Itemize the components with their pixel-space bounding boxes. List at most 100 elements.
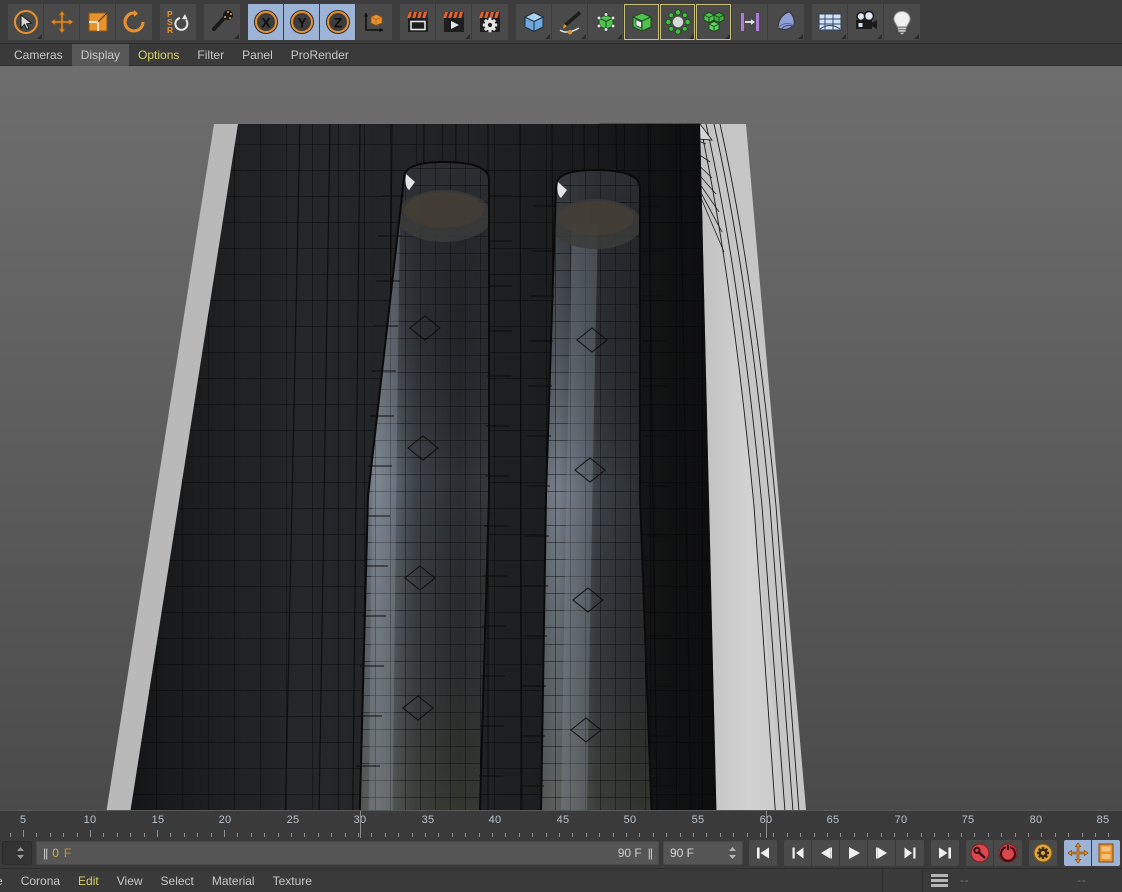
record-active-objects-button[interactable] — [966, 840, 994, 866]
end-frame-inline-label: 90 F — [617, 846, 642, 860]
timeline-ruler[interactable]: 510152025303540455055606570758085 — [0, 810, 1122, 838]
render-to-picture-viewer-button[interactable] — [436, 3, 472, 40]
go-to-next-key-button[interactable] — [896, 840, 924, 866]
ruler-label: 80 — [1029, 814, 1043, 826]
toolbar-group-tools — [204, 3, 240, 40]
scale-keyframe-button[interactable] — [1092, 840, 1120, 866]
viewport-menu-prorender[interactable]: ProRender — [282, 44, 358, 66]
animation-settings-button[interactable] — [1029, 840, 1057, 866]
rotate-tool-button[interactable] — [116, 3, 152, 40]
coordinates-status-panel: -- -- — [922, 869, 1122, 892]
render-view-button[interactable] — [400, 3, 436, 40]
svg-text:X: X — [261, 14, 271, 30]
flyout-corner-icon — [465, 33, 470, 39]
flyout-corner-icon — [877, 33, 882, 39]
ruler-label: 50 — [623, 814, 637, 826]
position-keyframe-button[interactable] — [1064, 840, 1092, 866]
status-right-value: -- — [1077, 874, 1087, 887]
go-to-previous-frame-button[interactable] — [812, 840, 840, 866]
generators-button[interactable] — [588, 3, 624, 40]
current-frame-field[interactable]: || 0 F 90 F || — [36, 841, 659, 865]
go-to-start-button[interactable] — [749, 840, 777, 866]
ruler-label: 65 — [826, 814, 840, 826]
preview-range-value: 90 F — [670, 846, 695, 860]
toolbar-group-psr: P S R — [160, 3, 196, 40]
record-key-icon — [969, 843, 990, 863]
flyout-corner-icon — [617, 33, 622, 39]
animation-transport-bar: || 0 F 90 F || 90 F — [0, 838, 1122, 868]
lock-z-axis-button[interactable]: Z — [320, 3, 356, 40]
preview-range-stepper-icon — [729, 847, 736, 859]
deformers-button[interactable] — [660, 3, 696, 40]
world-coordinates-button[interactable] — [356, 3, 392, 40]
transport-group-end — [931, 840, 959, 866]
skip-to-start-icon — [757, 847, 769, 859]
mograph-button[interactable] — [696, 3, 732, 40]
stepper-arrows-icon — [17, 847, 24, 859]
status-bar-right: -- -- — [882, 869, 1122, 892]
bottom-menu-corona[interactable]: Corona — [12, 871, 69, 891]
go-to-end-button[interactable] — [931, 840, 959, 866]
ruler-label: 45 — [556, 814, 570, 826]
hamburger-icon[interactable] — [931, 874, 948, 887]
camera-button[interactable] — [848, 3, 884, 40]
flyout-corner-icon — [798, 33, 803, 39]
ruler-label: 5 — [19, 814, 27, 826]
go-to-previous-key-button[interactable] — [784, 840, 812, 866]
viewport-menu-cameras[interactable]: Cameras — [5, 44, 72, 66]
bottom-menu-texture[interactable]: Texture — [264, 871, 321, 891]
flyout-corner-icon — [545, 33, 550, 39]
svg-text:Y: Y — [297, 14, 307, 30]
viewport-menu-panel[interactable]: Panel — [233, 44, 282, 66]
magic-wand-button[interactable] — [204, 3, 240, 40]
transport-group-settings — [1029, 840, 1057, 866]
main-toolbar: P S R X Y Z — [0, 0, 1122, 44]
preview-range-field[interactable]: 90 F — [663, 841, 743, 865]
toolbar-group-axis-locks: X Y Z — [248, 3, 392, 40]
frame-stepper[interactable] — [2, 841, 32, 865]
play-icon — [848, 847, 860, 859]
add-primitive-cube-button[interactable] — [516, 3, 552, 40]
scale-key-icon — [1098, 843, 1114, 863]
transport-group-keying — [966, 840, 1022, 866]
add-spline-pen-button[interactable] — [552, 3, 588, 40]
bottom-menu-select[interactable]: Select — [152, 871, 203, 891]
scale-tool-button[interactable] — [80, 3, 116, 40]
keyframe-gear-icon — [1033, 843, 1053, 863]
light-button[interactable] — [884, 3, 920, 40]
array-tool-button[interactable] — [732, 3, 768, 40]
viewport-menu-options[interactable]: Options — [129, 44, 188, 66]
step-forward-icon — [875, 847, 887, 859]
move-tool-button[interactable] — [44, 3, 80, 40]
render-settings-button[interactable] — [472, 3, 508, 40]
viewport-menu-filter[interactable]: Filter — [188, 44, 233, 66]
svg-text:R: R — [167, 25, 173, 35]
toolbar-group-create — [516, 3, 804, 40]
subdivision-surface-button[interactable] — [624, 3, 660, 40]
bottom-menu-file-clipped[interactable]: e — [0, 871, 12, 891]
autokeying-button[interactable] — [994, 840, 1022, 866]
bottom-menu-view[interactable]: View — [108, 871, 152, 891]
lock-y-axis-button[interactable]: Y — [284, 3, 320, 40]
field-object-button[interactable] — [768, 3, 804, 40]
cinema4d-window: P S R X Y Z Cameras Display Options Filt… — [0, 0, 1122, 892]
next-keyframe-icon — [904, 847, 916, 859]
bottom-menu-material[interactable]: Material — [203, 871, 264, 891]
play-forwards-button[interactable] — [840, 840, 868, 866]
live-selection-button[interactable] — [8, 3, 44, 40]
flyout-corner-icon — [234, 33, 239, 39]
autokey-icon — [998, 843, 1018, 863]
ruler-label: 55 — [691, 814, 705, 826]
current-frame-number: 0 — [52, 846, 59, 860]
timeline-marker-30 — [360, 811, 361, 838]
3d-viewport[interactable] — [0, 66, 1122, 810]
bottom-menu-edit[interactable]: Edit — [69, 871, 108, 891]
reset-psr-button[interactable]: P S R — [160, 3, 196, 40]
viewport-menu-display[interactable]: Display — [71, 43, 130, 66]
step-back-icon — [820, 847, 832, 859]
frame-field-grip-icon: || — [43, 846, 48, 860]
go-to-next-frame-button[interactable] — [868, 840, 896, 866]
floor-environment-button[interactable] — [812, 3, 848, 40]
lock-x-axis-button[interactable]: X — [248, 3, 284, 40]
toolbar-group-scene — [812, 3, 920, 40]
